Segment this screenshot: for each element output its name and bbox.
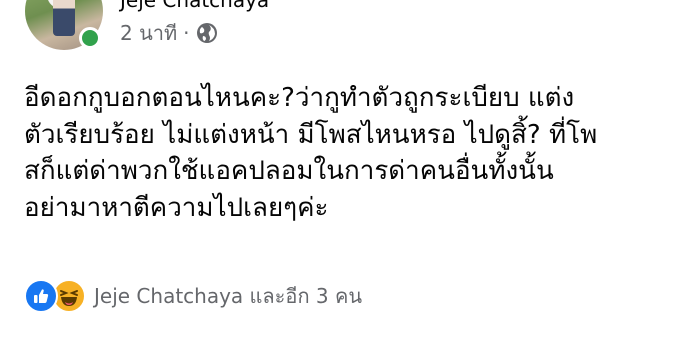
- post-text-line: อย่ามาหาตีความไปเลยๆค่ะ: [24, 192, 329, 223]
- avatar-photo: [53, 0, 75, 36]
- post-meta: 2 นาที ·: [120, 19, 218, 47]
- post-header: Jeje Chatchaya 2 นาที ·: [0, 0, 696, 62]
- like-icon[interactable]: [24, 279, 58, 313]
- globe-icon[interactable]: [196, 22, 218, 44]
- post-text-line: อีดอกกูบอกตอนไหนคะ?ว่ากูทำตัวถูกระเบียบ …: [24, 83, 575, 113]
- reactors-summary[interactable]: Jeje Chatchaya และอีก 3 คน: [94, 280, 362, 312]
- reactions-bar[interactable]: Jeje Chatchaya และอีก 3 คน: [24, 279, 362, 313]
- meta-separator: ·: [183, 21, 190, 45]
- post-text-line: ตัวเรียบร้อย ไม่แต่งหน้า มีโพสไหนหรอ ไปด…: [24, 119, 598, 150]
- author-name[interactable]: Jeje Chatchaya: [120, 0, 269, 12]
- post-body: อีดอกกูบอกตอนไหนคะ?ว่ากูทำตัวถูกระเบียบ …: [24, 80, 696, 226]
- post-text-line: สก็แต่ด่าพวกใช้แอคปลอมในการด่าคนอื่นทั้ง…: [24, 156, 554, 186]
- post-timestamp[interactable]: 2 นาที: [120, 17, 177, 49]
- online-status-indicator: [79, 27, 101, 49]
